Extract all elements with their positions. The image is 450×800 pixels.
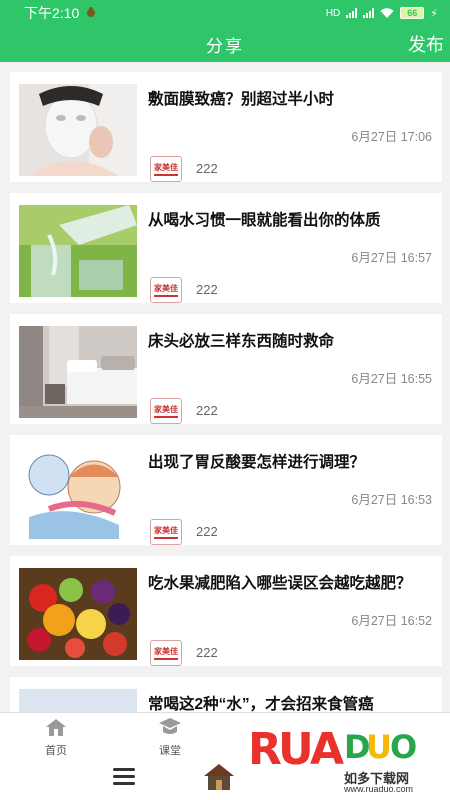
source-name: 222 xyxy=(196,161,218,176)
house-icon[interactable] xyxy=(202,762,236,792)
tab-classroom-label: 课堂 xyxy=(159,745,181,757)
article-list[interactable]: 敷面膜致癌？别超过半小时 6月27日 17:06 家美佳 222 从喝水习惯一眼… xyxy=(0,62,450,712)
article-card[interactable]: 敷面膜致癌？别超过半小时 6月27日 17:06 家美佳 222 xyxy=(10,72,442,182)
status-bar: 下午2:10 HD 66 ⚡ xyxy=(0,0,450,26)
article-thumbnail xyxy=(19,326,137,418)
source-name: 222 xyxy=(196,403,218,418)
status-left: 下午2:10 xyxy=(24,3,97,23)
source-logo: 家美佳 xyxy=(150,519,182,545)
tab-home[interactable]: 首页 xyxy=(26,717,86,758)
svg-text:A: A xyxy=(310,724,344,772)
signal-icon xyxy=(346,8,358,18)
status-right: HD 66 ⚡ xyxy=(326,7,438,20)
article-thumbnail xyxy=(19,84,137,176)
menu-icon[interactable] xyxy=(113,768,135,786)
charging-icon: ⚡ xyxy=(430,7,438,20)
home-icon xyxy=(26,717,86,740)
article-title[interactable]: 床头必放三样东西随时救命 xyxy=(148,330,436,354)
article-date: 6月27日 16:52 xyxy=(351,614,432,628)
bug-icon xyxy=(85,5,97,21)
source-logo-text: 家美佳 xyxy=(154,525,178,535)
classroom-icon xyxy=(140,717,200,740)
article-thumbnail xyxy=(19,689,137,712)
article-card[interactable]: 吃水果减肥陷入哪些误区会越吃越肥？ 6月27日 16:52 家美佳 222 xyxy=(10,556,442,666)
article-title[interactable]: 敷面膜致癌？别超过半小时 xyxy=(148,88,436,112)
article-title[interactable]: 常喝这2种“水”，才会招来食管癌 xyxy=(148,693,436,712)
app-header: 分享 发布 xyxy=(0,26,450,62)
svg-text:O: O xyxy=(390,728,417,766)
network-type: HD xyxy=(325,7,341,19)
article-title[interactable]: 从喝水习惯一眼就能看出你的体质 xyxy=(148,209,436,233)
source-logo-text: 家美佳 xyxy=(154,646,178,656)
source-logo-text: 家美佳 xyxy=(154,283,178,293)
signal-icon-2 xyxy=(363,8,375,18)
article-thumbnail xyxy=(19,447,137,539)
svg-text:U: U xyxy=(278,724,314,772)
tab-classroom[interactable]: 课堂 xyxy=(140,717,200,758)
article-card[interactable]: 常喝这2种“水”，才会招来食管癌 xyxy=(10,677,442,712)
svg-text:U: U xyxy=(366,728,392,766)
article-card[interactable]: 出现了胃反酸要怎样进行调理？ 6月27日 16:53 家美佳 222 xyxy=(10,435,442,545)
source-logo-text: 家美佳 xyxy=(154,162,178,172)
page-title: 分享 xyxy=(206,37,244,56)
watermark-logo: R U A D U O 如多下载网 www.ruaduo.com xyxy=(248,722,450,800)
source-name: 222 xyxy=(196,524,218,539)
article-date: 6月27日 16:55 xyxy=(351,372,432,386)
publish-button[interactable]: 发布 xyxy=(408,31,444,57)
svg-text:R: R xyxy=(248,724,282,772)
status-time: 下午2:10 xyxy=(24,5,80,21)
battery-icon: 66 xyxy=(400,7,425,19)
watermark-wordmark: R U A D U O xyxy=(248,724,417,775)
source-logo: 家美佳 xyxy=(150,640,182,666)
article-thumbnail xyxy=(19,205,137,297)
article-card[interactable]: 床头必放三样东西随时救命 6月27日 16:55 家美佳 222 xyxy=(10,314,442,424)
article-title[interactable]: 吃水果减肥陷入哪些误区会越吃越肥？ xyxy=(148,572,436,596)
tab-home-label: 首页 xyxy=(45,745,67,757)
article-title[interactable]: 出现了胃反酸要怎样进行调理？ xyxy=(148,451,436,475)
source-logo: 家美佳 xyxy=(150,156,182,182)
article-card[interactable]: 从喝水习惯一眼就能看出你的体质 6月27日 16:57 家美佳 222 xyxy=(10,193,442,303)
article-date: 6月27日 17:06 xyxy=(351,130,432,144)
source-logo: 家美佳 xyxy=(150,277,182,303)
source-name: 222 xyxy=(196,282,218,297)
wifi-icon xyxy=(380,8,394,18)
article-date: 6月27日 16:57 xyxy=(351,251,432,265)
source-name: 222 xyxy=(196,645,218,660)
source-logo: 家美佳 xyxy=(150,398,182,424)
article-thumbnail xyxy=(19,568,137,660)
watermark-url: www.ruaduo.com xyxy=(344,784,414,794)
source-logo-text: 家美佳 xyxy=(154,404,178,414)
article-date: 6月27日 16:53 xyxy=(351,493,432,507)
